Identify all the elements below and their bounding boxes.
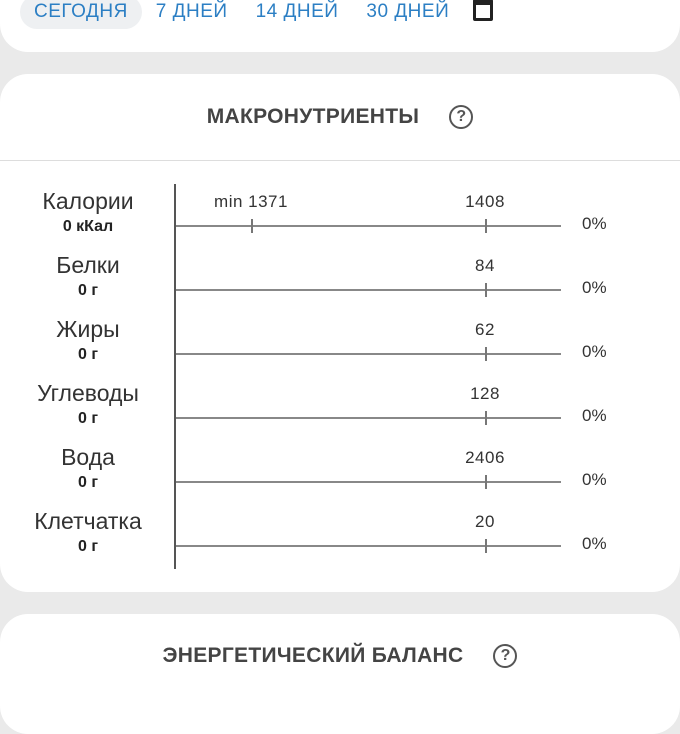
nutrient-row-protein: Белки 0 г 84 0% bbox=[0, 252, 680, 316]
progress-track bbox=[176, 481, 561, 483]
nutrient-row-fats: Жиры 0 г 62 0% bbox=[0, 316, 680, 380]
nutrient-name: Вода bbox=[61, 444, 115, 470]
nutrient-name: Белки bbox=[56, 252, 120, 278]
target-label: 2406 bbox=[465, 448, 505, 467]
nutrient-name: Клетчатка bbox=[34, 508, 142, 534]
nutrient-row-carbs: Углеводы 0 г 128 0% bbox=[0, 380, 680, 444]
target-label: 84 bbox=[475, 256, 495, 275]
percent-label: 0% bbox=[582, 470, 607, 489]
energy-balance-card: ЭНЕРГЕТИЧЕСКИЙ БАЛАНС ? bbox=[0, 614, 680, 734]
range-card: СЕГОДНЯ 7 ДНЕЙ 14 ДНЕЙ 30 ДНЕЙ bbox=[0, 0, 680, 52]
target-label: 62 bbox=[475, 320, 495, 339]
target-tick bbox=[485, 539, 487, 553]
progress-track bbox=[176, 353, 561, 355]
help-icon[interactable]: ? bbox=[449, 105, 474, 129]
target-tick bbox=[485, 283, 487, 297]
target-label: 128 bbox=[470, 384, 500, 403]
range-tabs: СЕГОДНЯ 7 ДНЕЙ 14 ДНЕЙ 30 ДНЕЙ bbox=[20, 0, 494, 32]
nutrient-name: Жиры bbox=[56, 316, 120, 342]
progress-track bbox=[176, 225, 561, 227]
nutrient-row-calories: Калории 0 кКал min 1371 1408 0% bbox=[0, 188, 680, 252]
macronutrients-card: МАКРОНУТРИЕНТЫ ? Калории 0 кКал min 1371… bbox=[0, 74, 680, 592]
percent-label: 0% bbox=[582, 342, 607, 361]
nutrient-row-fiber: Клетчатка 0 г 20 0% bbox=[0, 508, 680, 572]
progress-track bbox=[176, 417, 561, 419]
progress-track bbox=[176, 289, 561, 291]
tab-14-days[interactable]: 14 ДНЕЙ bbox=[242, 0, 353, 29]
nutrient-amount: 0 кКал bbox=[62, 218, 114, 235]
progress-track bbox=[176, 545, 561, 547]
macronutrients-title: МАКРОНУТРИЕНТЫ bbox=[206, 105, 420, 128]
macronutrients-header: МАКРОНУТРИЕНТЫ ? bbox=[0, 74, 680, 160]
min-tick bbox=[251, 219, 253, 233]
percent-label: 0% bbox=[582, 406, 607, 425]
target-tick bbox=[485, 219, 487, 233]
energy-balance-title: ЭНЕРГЕТИЧЕСКИЙ БАЛАНС bbox=[162, 644, 464, 667]
divider bbox=[0, 160, 680, 161]
target-label: 20 bbox=[475, 512, 495, 531]
tab-today[interactable]: СЕГОДНЯ bbox=[20, 0, 142, 29]
percent-label: 0% bbox=[582, 534, 607, 553]
nutrient-name: Калории bbox=[42, 188, 134, 214]
percent-label: 0% bbox=[582, 278, 607, 297]
help-icon[interactable]: ? bbox=[493, 644, 518, 668]
nutrient-amount: 0 г bbox=[77, 282, 98, 299]
percent-label: 0% bbox=[582, 214, 607, 233]
nutrient-row-water: Вода 0 г 2406 0% bbox=[0, 444, 680, 508]
nutrient-amount: 0 г bbox=[77, 346, 98, 363]
nutrient-amount: 0 г bbox=[77, 410, 98, 427]
energy-balance-header: ЭНЕРГЕТИЧЕСКИЙ БАЛАНС ? bbox=[0, 614, 680, 698]
tab-7-days[interactable]: 7 ДНЕЙ bbox=[142, 0, 242, 29]
nutrient-amount: 0 г bbox=[77, 474, 98, 491]
min-label: min 1371 bbox=[214, 192, 288, 211]
target-tick bbox=[485, 475, 487, 489]
calendar-icon[interactable] bbox=[473, 0, 494, 21]
nutrient-amount: 0 г bbox=[77, 538, 98, 555]
tab-30-days[interactable]: 30 ДНЕЙ bbox=[352, 0, 463, 29]
target-tick bbox=[485, 411, 487, 425]
target-label: 1408 bbox=[465, 192, 505, 211]
nutrient-name: Углеводы bbox=[37, 380, 139, 406]
target-tick bbox=[485, 347, 487, 361]
